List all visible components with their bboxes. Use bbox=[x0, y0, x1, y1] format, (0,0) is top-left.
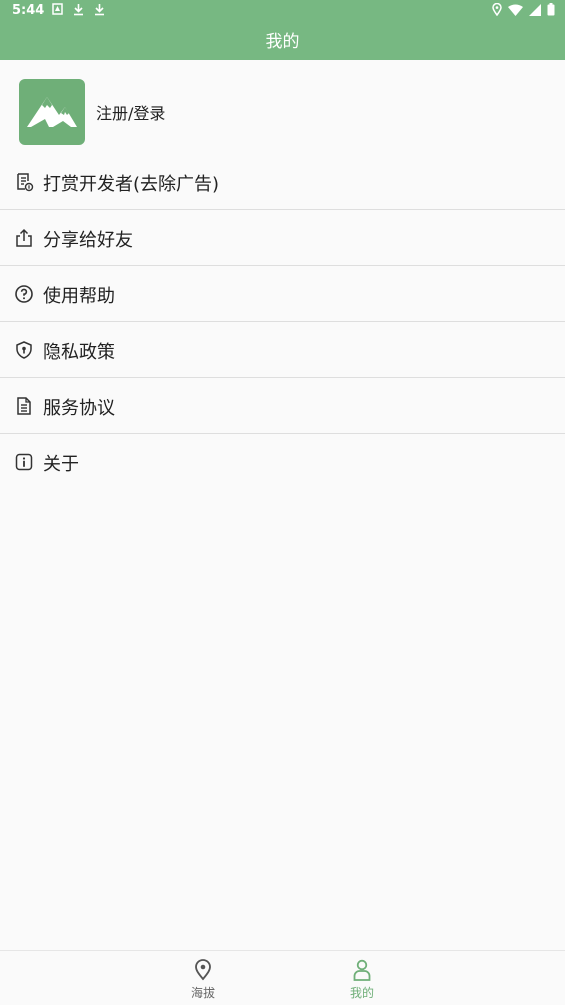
signal-icon bbox=[529, 3, 541, 16]
settings-menu: 打赏开发者(去除广告) 分享给好友 使用帮助 隐私政策 服务协议 关于 bbox=[0, 154, 565, 489]
menu-item-label: 关于 bbox=[43, 454, 79, 475]
status-bar: 5:44 bbox=[0, 0, 565, 24]
bottom-tab-bar: 海拔 我的 bbox=[0, 950, 565, 1005]
avatar[interactable] bbox=[19, 79, 85, 145]
app-bar: 我的 bbox=[0, 24, 565, 60]
shield-icon bbox=[16, 341, 32, 359]
help-icon bbox=[15, 285, 33, 303]
status-time: 5:44 bbox=[12, 3, 45, 18]
receipt-icon bbox=[17, 173, 34, 192]
login-register-link[interactable]: 注册/登录 bbox=[96, 100, 165, 124]
document-icon bbox=[17, 397, 31, 415]
menu-item-label: 分享给好友 bbox=[43, 230, 133, 251]
menu-item-label: 打赏开发者(去除广告) bbox=[43, 174, 220, 195]
menu-item-label: 隐私政策 bbox=[43, 342, 115, 363]
menu-item-share[interactable]: 分享给好友 bbox=[0, 210, 565, 266]
status-right-icons bbox=[492, 3, 555, 16]
download-icon bbox=[95, 4, 104, 16]
location-pin-icon bbox=[195, 959, 211, 981]
menu-item-about[interactable]: 关于 bbox=[0, 434, 565, 489]
tab-mine[interactable]: 我的 bbox=[322, 951, 402, 1005]
menu-item-label: 使用帮助 bbox=[43, 286, 115, 307]
page-title: 我的 bbox=[265, 32, 300, 52]
share-icon bbox=[16, 228, 32, 247]
location-icon bbox=[492, 3, 502, 16]
profile-header[interactable]: 注册/登录 bbox=[0, 62, 565, 154]
download-icon bbox=[74, 4, 83, 16]
tab-label: 我的 bbox=[349, 986, 374, 1000]
menu-item-label: 服务协议 bbox=[43, 398, 115, 419]
status-left-icons bbox=[52, 3, 105, 16]
person-icon bbox=[353, 959, 371, 981]
wifi-icon bbox=[508, 4, 523, 16]
info-icon bbox=[15, 453, 33, 471]
battery-icon bbox=[547, 3, 555, 16]
tab-label: 海拔 bbox=[190, 986, 215, 1000]
menu-item-help[interactable]: 使用帮助 bbox=[0, 266, 565, 322]
menu-item-tip-developer[interactable]: 打赏开发者(去除广告) bbox=[0, 154, 565, 210]
tab-altitude[interactable]: 海拔 bbox=[163, 951, 243, 1005]
menu-item-privacy[interactable]: 隐私政策 bbox=[0, 322, 565, 378]
menu-item-terms[interactable]: 服务协议 bbox=[0, 378, 565, 434]
notification-icon bbox=[52, 3, 63, 15]
mountain-icon bbox=[27, 97, 77, 127]
